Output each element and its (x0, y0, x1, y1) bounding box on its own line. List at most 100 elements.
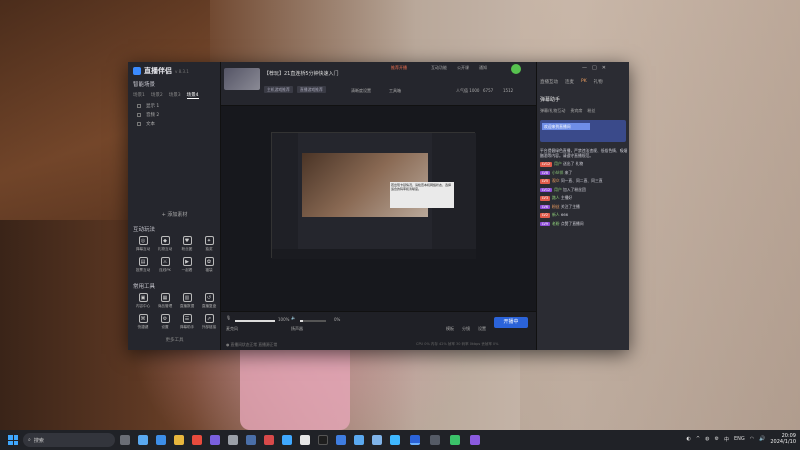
subtab[interactable]: 粉丝 (587, 108, 595, 114)
user-nickname[interactable]: 用户 (554, 187, 562, 192)
tab-scene-3[interactable]: 场景3 (169, 92, 181, 99)
more-tools-button[interactable]: 更多工具 (128, 337, 221, 343)
tab-chat-4[interactable]: 礼物 (594, 79, 603, 85)
user-nickname[interactable]: 用户 (554, 161, 562, 166)
interact-item[interactable]: ✿ 福袋 (199, 257, 219, 273)
network-icon[interactable]: ◍ (705, 436, 709, 442)
chat-list[interactable]: 平台提倡绿色直播，严禁违法违规、低俗色情、吸烟酗酒等内容。请遵守直播规范。 LV1… (540, 148, 628, 344)
language-indicator[interactable]: ENG (734, 436, 745, 442)
app-icon[interactable] (354, 435, 364, 445)
speaker-icon[interactable]: 🔈 (291, 315, 296, 320)
interact-item[interactable]: ⚔ 连线PK (155, 257, 175, 273)
interact-item[interactable]: ▤ 投票互动 (133, 257, 153, 273)
chat-message[interactable]: LV5 观众 同一直、同二直、同三直 (540, 178, 628, 184)
maximize-icon[interactable]: □ (592, 65, 597, 71)
tool-item[interactable]: ▣ 内容中心 (133, 293, 153, 309)
search-box[interactable]: ⌕ 搜索 (23, 433, 115, 447)
header-action[interactable]: 公开课 (457, 65, 469, 71)
tag[interactable]: 直播游戏推荐 (297, 86, 326, 93)
app-icon[interactable] (450, 435, 460, 445)
interact-item[interactable]: ♥ 粉丝团 (177, 236, 197, 252)
settings-button[interactable]: 设置 (478, 326, 486, 332)
user-nickname[interactable]: 老粉 (552, 221, 560, 226)
clarity-button[interactable]: 清晰度设置 (351, 88, 371, 94)
checkbox-icon[interactable] (137, 104, 141, 108)
user-nickname[interactable]: 路人 (552, 195, 560, 200)
interact-item[interactable]: ✦ 抽奖 (199, 236, 219, 252)
source-item[interactable]: 文本 (137, 121, 155, 127)
checkbox-icon[interactable] (137, 122, 141, 126)
clock[interactable]: 20:09 2024/1/10 (770, 433, 796, 445)
source-item[interactable]: 音频 2 (137, 112, 159, 118)
subtab[interactable]: 弹幕/礼物互动 (540, 108, 565, 114)
start-live-button[interactable]: 开播中 (494, 317, 528, 328)
header-action[interactable]: 通知 (479, 65, 487, 71)
checkbox-icon[interactable] (137, 113, 141, 117)
close-icon[interactable]: ✕ (602, 65, 606, 71)
app-icon[interactable] (264, 435, 274, 445)
tab-chat-3[interactable]: PK (581, 79, 587, 85)
tool-item[interactable]: ↺ 直播复盘 (199, 293, 219, 309)
taskview-icon[interactable] (120, 435, 130, 445)
input-method-icon[interactable]: 中 (724, 436, 729, 443)
chat-message[interactable]: LV9 老粉 点赞了直播间 (540, 221, 628, 226)
source-item[interactable]: 显示 1 (137, 103, 159, 109)
chat-message[interactable]: LV8 小伙伴 来了 (540, 170, 628, 175)
live-app-icon[interactable] (410, 435, 420, 445)
interact-item[interactable]: ◎ 弹幕互动 (133, 236, 153, 252)
tag[interactable]: 主机游戏推荐 (264, 86, 293, 93)
minimize-icon[interactable]: — (582, 65, 587, 71)
chat-message[interactable]: LV12 用户 加入了粉丝团 (540, 187, 628, 192)
tool-item[interactable]: ⌘ 快捷键 (133, 314, 153, 330)
app-icon[interactable] (336, 435, 346, 445)
wifi-icon[interactable]: ◠ (750, 436, 754, 442)
chat-message[interactable]: LV6 粉丝 关注了主播 (540, 204, 628, 209)
tab-scene-1[interactable]: 场景1 (133, 92, 145, 99)
speaker-slider[interactable] (300, 320, 326, 322)
start-icon[interactable] (8, 435, 18, 445)
app-icon[interactable] (282, 435, 292, 445)
user-nickname[interactable]: 观众 (552, 178, 560, 183)
app-icon[interactable] (156, 435, 166, 445)
header-action[interactable]: 互动功能 (431, 65, 447, 71)
chat-message[interactable]: LV2 新人 666 (540, 212, 628, 218)
toolbox-button[interactable]: 工具箱 (389, 88, 401, 94)
tool-item[interactable]: ▦ 商品管理 (155, 293, 175, 309)
interact-item[interactable]: ▶ 一起看 (177, 257, 197, 273)
tab-scene-2[interactable]: 场景2 (151, 92, 163, 99)
chat-message[interactable]: LV3 路人 主播好 (540, 195, 628, 201)
stream-cover[interactable] (224, 68, 260, 90)
chat-message[interactable]: LV12 用户 送出了 礼物 (540, 161, 628, 167)
tool-item[interactable]: ⇗ 外部链接 (199, 314, 219, 330)
explorer-icon[interactable] (174, 435, 184, 445)
app-icon[interactable] (390, 435, 400, 445)
gear-icon[interactable]: ⚙ (714, 436, 718, 442)
stream-title[interactable]: 【荐玩】21直连桥5分钟快速入门 (264, 70, 339, 77)
tool-item[interactable]: ⚙ 设置 (155, 314, 175, 330)
mic-slider[interactable] (235, 320, 275, 322)
mic-icon[interactable]: 🎙 (226, 315, 231, 320)
app-icon[interactable] (300, 435, 310, 445)
recommend-button[interactable]: 推荐开播 (391, 65, 407, 71)
app-icon[interactable] (470, 435, 480, 445)
preview-canvas[interactable]: 若出现卡顿情况，请检查本机网络状态，选择适合的码率和清晰度。 (221, 106, 536, 311)
app-icon[interactable] (318, 435, 328, 445)
chevron-up-icon[interactable]: ^ (696, 436, 700, 442)
chat-banner[interactable]: 欢迎来到直播间 (540, 120, 626, 142)
steam-icon[interactable] (246, 435, 256, 445)
tool-item[interactable]: ▥ 直播数据 (177, 293, 197, 309)
volume-icon[interactable]: 🔊 (759, 436, 765, 442)
user-nickname[interactable]: 小伙伴 (552, 170, 563, 175)
subtab[interactable]: 贵宾席 (570, 108, 582, 114)
app-icon[interactable] (210, 435, 220, 445)
user-nickname[interactable]: 新人 (552, 212, 560, 217)
app-icon[interactable] (430, 435, 440, 445)
tool-item[interactable]: ☰ 弹幕助手 (177, 314, 197, 330)
interact-item[interactable]: ◆ 礼物互动 (155, 236, 175, 252)
user-nickname[interactable]: 粉丝 (552, 204, 560, 209)
template-button[interactable]: 模板 (446, 326, 454, 332)
storyboard-button[interactable]: 分镜 (462, 326, 470, 332)
tab-chat-2[interactable]: 连麦 (565, 79, 574, 85)
app-icon[interactable] (228, 435, 238, 445)
app-icon[interactable] (372, 435, 382, 445)
